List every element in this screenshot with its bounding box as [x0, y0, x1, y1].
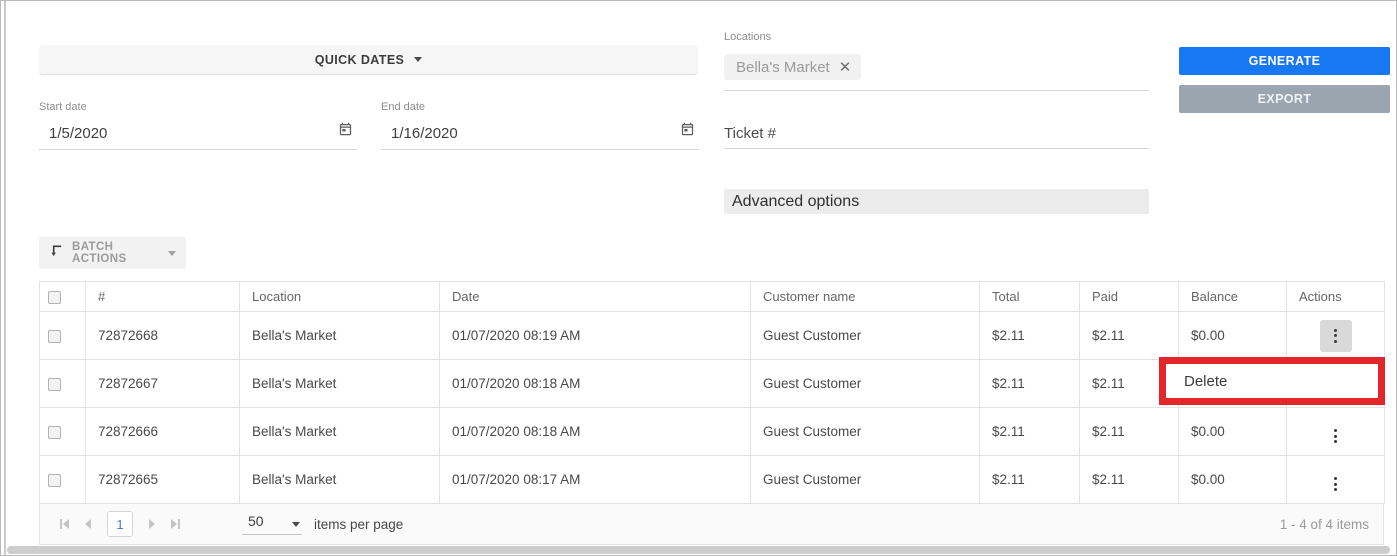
kebab-menu-icon: [1334, 328, 1337, 343]
last-page-icon[interactable]: [171, 519, 180, 529]
cell-location: Bella's Market: [239, 407, 440, 456]
start-date-input[interactable]: 1/5/2020: [49, 125, 107, 142]
cell-paid: $2.11: [1079, 311, 1179, 360]
advanced-options-header[interactable]: Advanced options: [724, 189, 1149, 214]
page-number-button[interactable]: 1: [107, 511, 133, 537]
chevron-down-icon: [168, 250, 176, 256]
batch-actions-label: BATCH ACTIONS: [72, 241, 127, 265]
pagination-bar: 1 50 items per page 1 - 4 of 4 items: [39, 503, 1384, 545]
calendar-icon[interactable]: [680, 121, 695, 142]
row-checkbox[interactable]: [48, 377, 61, 391]
pagination-range-label: 1 - 4 of 4 items: [1279, 516, 1369, 532]
end-date-label: End date: [381, 101, 426, 113]
column-header-date[interactable]: Date: [439, 281, 751, 312]
location-chip-label: Bella's Market: [736, 58, 830, 76]
row-checkbox[interactable]: [48, 329, 61, 343]
locations-field: Locations Bella's Market ✕: [724, 31, 1149, 91]
batch-actions-button[interactable]: BATCH ACTIONS: [39, 237, 186, 269]
cell-location: Bella's Market: [239, 455, 440, 504]
cell-customer: Guest Customer: [750, 359, 980, 408]
cell-location: Bella's Market: [239, 359, 440, 408]
cell-customer: Guest Customer: [750, 407, 980, 456]
vertical-scrollbar[interactable]: [4, 1, 6, 555]
row-actions-button-active[interactable]: [1319, 319, 1352, 352]
calendar-icon[interactable]: [338, 121, 353, 142]
export-button[interactable]: EXPORT: [1179, 85, 1390, 113]
cell-balance: $0.00: [1178, 311, 1287, 360]
table-row: 72872665 Bella's Market 01/07/2020 08:17…: [39, 455, 1385, 504]
column-header-total[interactable]: Total: [979, 281, 1080, 312]
cell-paid: $2.11: [1079, 407, 1179, 456]
locations-input[interactable]: Bella's Market ✕: [724, 49, 1149, 91]
table-row: 72872668 Bella's Market 01/07/2020 08:19…: [39, 311, 1385, 360]
cell-ticket-number: 72872666: [85, 407, 240, 456]
cell-paid: $2.11: [1079, 455, 1179, 504]
column-header-paid[interactable]: Paid: [1079, 281, 1179, 312]
cell-date: 01/07/2020 08:18 AM: [439, 407, 751, 456]
column-header-balance[interactable]: Balance: [1178, 281, 1287, 312]
cell-customer: Guest Customer: [750, 311, 980, 360]
start-date-label: Start date: [39, 101, 87, 113]
quick-dates-button[interactable]: QUICK DATES: [39, 45, 698, 75]
start-date-field: Start date 1/5/2020: [39, 101, 357, 150]
locations-label: Locations: [724, 31, 772, 43]
page-size-select[interactable]: 50: [242, 513, 302, 535]
cell-date: 01/07/2020 08:17 AM: [439, 455, 751, 504]
row-checkbox[interactable]: [48, 473, 61, 487]
cell-ticket-number: 72872667: [85, 359, 240, 408]
chevron-down-icon: [292, 522, 300, 527]
cell-ticket-number: 72872665: [85, 455, 240, 504]
tickets-report-page: QUICK DATES Start date 1/5/2020 End date…: [0, 0, 1397, 556]
page-size-value: 50: [248, 513, 264, 529]
advanced-options-label: Advanced options: [732, 192, 860, 210]
cell-total: $2.11: [979, 359, 1080, 408]
chevron-down-icon: [414, 57, 423, 62]
ticket-number-input[interactable]: Ticket #: [724, 119, 1149, 149]
remove-chip-icon[interactable]: ✕: [839, 60, 852, 75]
column-header-id[interactable]: #: [85, 281, 240, 312]
cell-customer: Guest Customer: [750, 455, 980, 504]
column-header-customer[interactable]: Customer name: [750, 281, 980, 312]
items-per-page-label: items per page: [314, 516, 404, 532]
next-page-icon[interactable]: [149, 519, 155, 529]
cell-location: Bella's Market: [239, 311, 440, 360]
cell-balance: $0.00: [1178, 407, 1287, 456]
table-row: 72872666 Bella's Market 01/07/2020 08:18…: [39, 407, 1385, 456]
cell-total: $2.11: [979, 455, 1080, 504]
tickets-table: # Location Date Customer name Total Paid…: [39, 281, 1386, 545]
annotation-highlight-box: Delete: [1159, 357, 1385, 405]
row-actions-button[interactable]: [1334, 429, 1337, 443]
subdirectory-arrow-down-icon: [49, 243, 64, 263]
delete-menu-item[interactable]: Delete: [1184, 373, 1227, 390]
cell-total: $2.11: [979, 311, 1080, 360]
cell-balance: $0.00: [1178, 455, 1287, 504]
table-header-row: # Location Date Customer name Total Paid…: [39, 281, 1385, 312]
cell-date: 01/07/2020 08:18 AM: [439, 359, 751, 408]
end-date-field: End date 1/16/2020: [381, 101, 699, 150]
quick-dates-label: QUICK DATES: [314, 52, 405, 67]
location-chip: Bella's Market ✕: [724, 54, 862, 80]
cell-total: $2.11: [979, 407, 1080, 456]
row-checkbox[interactable]: [48, 425, 61, 439]
horizontal-scrollbar[interactable]: [7, 546, 1390, 554]
cell-ticket-number: 72872668: [85, 311, 240, 360]
end-date-input[interactable]: 1/16/2020: [391, 125, 458, 142]
ticket-number-field: Ticket #: [724, 119, 1149, 149]
cell-date: 01/07/2020 08:19 AM: [439, 311, 751, 360]
generate-button[interactable]: GENERATE: [1179, 47, 1390, 75]
select-all-checkbox[interactable]: [48, 291, 61, 305]
column-header-actions: Actions: [1286, 281, 1385, 312]
row-actions-button[interactable]: [1334, 477, 1337, 491]
column-header-location[interactable]: Location: [239, 281, 440, 312]
first-page-icon[interactable]: [60, 519, 69, 529]
previous-page-icon[interactable]: [85, 519, 91, 529]
